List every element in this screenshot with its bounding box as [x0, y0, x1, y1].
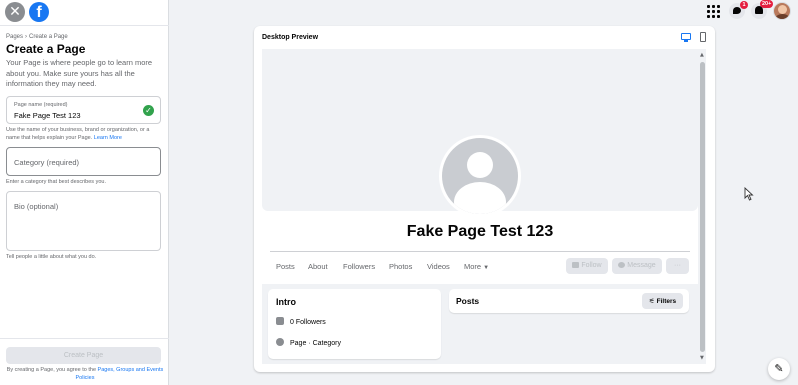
message-button: Message	[612, 258, 662, 274]
page-name-value[interactable]: Fake Page Test 123	[14, 111, 81, 120]
bio-help: Tell people a little about what you do.	[6, 254, 97, 260]
followers-count: 0 Followers	[290, 319, 326, 326]
breadcrumb: Pages › Create a Page	[6, 34, 68, 40]
page-title: Create a Page	[6, 42, 86, 56]
bio-placeholder: Bio (optional)	[14, 202, 59, 211]
menu-grid-icon[interactable]	[706, 4, 720, 18]
notifications-badge: 20+	[760, 0, 774, 8]
follow-button: Follow	[566, 258, 608, 274]
profile-placeholder-icon	[442, 138, 518, 214]
preview-frame: Fake Page Test 123 Posts About Followers…	[262, 49, 706, 364]
tab-videos: Videos	[427, 262, 450, 271]
sidebar-header: ✕ f	[0, 0, 169, 26]
filters-label: Filters	[656, 298, 677, 305]
profile-picture	[439, 135, 521, 217]
follow-icon	[572, 262, 580, 268]
posts-title: Posts	[456, 296, 480, 306]
tab-posts: Posts	[276, 262, 295, 271]
page-category: Page · Category	[290, 340, 341, 347]
page-name-field[interactable]: Page name (required) Fake Page Test 123 …	[6, 96, 161, 124]
tab-photos: Photos	[389, 262, 413, 271]
create-page-button[interactable]: Create Page	[6, 347, 161, 364]
filters-button: ⚟ Filters	[642, 293, 683, 309]
follow-label: Follow	[581, 262, 602, 269]
create-page-sidebar: ✕ f Pages › Create a Page Create a Page Yo…	[0, 0, 169, 385]
more-options-button: ···	[666, 258, 689, 274]
avatar[interactable]	[773, 2, 791, 20]
info-icon	[276, 338, 284, 346]
message-label: Message	[627, 262, 656, 269]
facebook-logo[interactable]: f	[29, 2, 49, 22]
tab-followers: Followers	[343, 262, 376, 271]
followers-row: 0 Followers	[276, 317, 326, 326]
divider	[270, 251, 690, 252]
tab-more-label: More	[464, 262, 482, 271]
close-icon[interactable]: ✕	[5, 2, 25, 22]
category-row: Page · Category	[276, 338, 341, 347]
desktop-icon[interactable]	[681, 33, 691, 42]
page-name-help-text: Use the name of your business, brand or …	[6, 127, 150, 141]
category-field[interactable]: Category (required)	[6, 147, 161, 176]
messenger-badge: 1	[740, 1, 748, 9]
preview-title: Desktop Preview	[262, 34, 319, 41]
bio-field[interactable]: Bio (optional)	[6, 191, 161, 251]
intro-card: Intro 0 Followers Page · Category	[268, 289, 441, 359]
category-placeholder: Category (required)	[14, 158, 80, 167]
page-name-label: Page name (required)	[14, 102, 68, 108]
page-header: Fake Page Test 123 Posts About Followers…	[262, 49, 698, 284]
category-help: Enter a category that best describes you…	[6, 179, 106, 185]
learn-more-link[interactable]: Learn More	[94, 135, 122, 141]
sidebar-footer: Create Page By creating a Page, you agre…	[0, 338, 169, 385]
edit-icon[interactable]: ✎	[768, 358, 790, 380]
page-name-help: Use the name of your business, brand or …	[6, 127, 164, 142]
preview-page-name: Fake Page Test 123	[406, 223, 554, 240]
messenger-small-icon	[618, 262, 626, 268]
scroll-thumb[interactable]	[700, 62, 705, 352]
breadcrumb-separator: ›	[25, 34, 28, 40]
followers-icon	[276, 317, 284, 325]
chevron-down-icon: ▼	[483, 265, 490, 271]
intro-title: Intro	[276, 297, 296, 307]
scroll-up-icon[interactable]: ▲	[700, 52, 704, 58]
check-icon: ✓	[143, 105, 154, 116]
legal-text-body: By creating a Page, you agree to the	[6, 367, 96, 373]
scroll-down-icon[interactable]: ▼	[700, 355, 704, 361]
tab-about: About	[308, 262, 328, 271]
sidebar-description: Your Page is where people go to learn mo…	[6, 58, 153, 88]
filters-icon: ⚟	[648, 297, 655, 305]
mobile-icon[interactable]	[700, 32, 706, 42]
desktop-preview-card: Desktop Preview Fake Page Test 123 Posts…	[254, 26, 715, 372]
tab-more: More ▼	[464, 262, 489, 271]
preview-scrollbar[interactable]: ▲ ▼	[699, 49, 706, 364]
breadcrumb-pages[interactable]: Pages	[6, 34, 23, 40]
legal-text: By creating a Page, you agree to the Pag…	[6, 367, 164, 382]
posts-card: Posts ⚟ Filters	[449, 289, 689, 313]
breadcrumb-create-page: Create a Page	[29, 34, 68, 40]
